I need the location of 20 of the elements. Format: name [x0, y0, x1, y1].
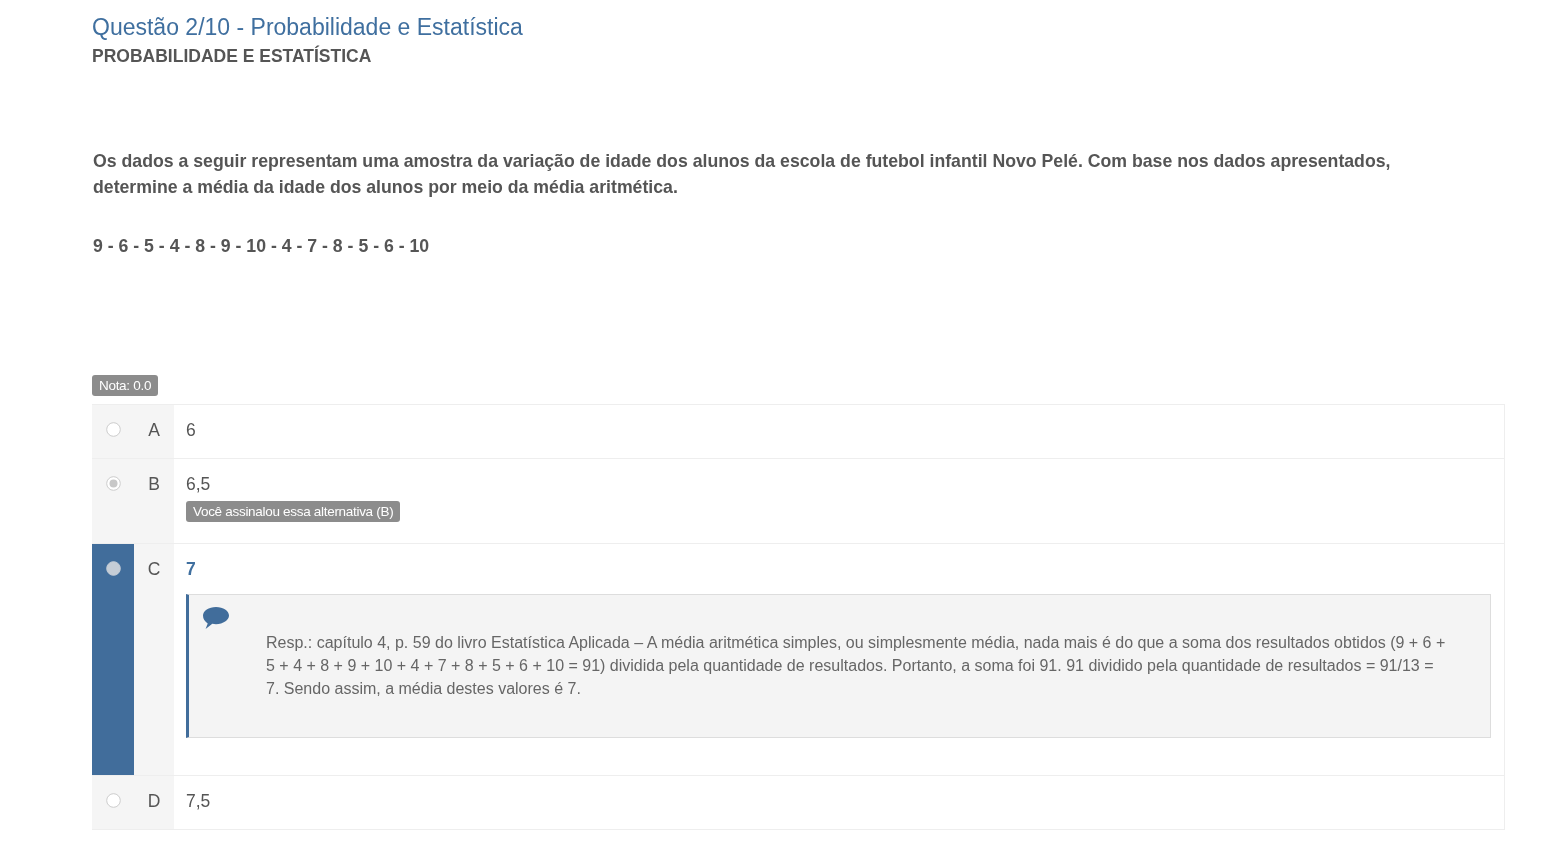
option-letter: C: [147, 558, 161, 580]
option-letter: A: [148, 419, 160, 441]
radio-button[interactable]: [105, 422, 121, 437]
option-text: 6: [186, 419, 196, 441]
option-letter: D: [147, 790, 161, 812]
feedback-text: Resp.: capítulo 4, p. 59 do livro Estatística Aplicada – A média aritmética simples, ou simplesmente média, nada mais é do que a soma dos resultados obtidos (9 + 6 + 5 + 4 + 8 + 9 + 10 + 4 + 7 + 8 + 5 + 6 + 10 = 91) dividida pela quantidade de resultados. Portanto, a soma foi 91. 91 dividido pela quantidade de resultados = 91/13 = 7. Sendo assim, a média destes valores é 7.: [266, 633, 1447, 699]
option-text: 7: [186, 558, 196, 580]
data-values: 9 - 6 - 5 - 4 - 8 - 9 - 10 - 4 - 7 - 8 - 5 - 6 - 10: [93, 235, 430, 258]
speech-bubble-icon: [203, 607, 229, 629]
option-text: 6,5: [186, 473, 211, 495]
option-text: 7,5: [186, 790, 211, 812]
grade-badge: Nota: 0.0: [92, 375, 159, 396]
page-title: Questão 2/10 - Probabilidade e Estatística: [92, 13, 523, 42]
radio-button[interactable]: [105, 476, 121, 491]
subject-heading: PROBABILIDADE E ESTATÍSTICA: [92, 46, 372, 66]
radio-button[interactable]: [105, 561, 121, 576]
selected-answer-badge: Você assinalou essa alternativa (B): [186, 501, 401, 522]
radio-button[interactable]: [105, 793, 121, 808]
option-letter: B: [148, 473, 160, 495]
question-text: Os dados a seguir representam uma amostra da variação de idade dos alunos da escola de futebol infantil Novo Pelé. Com base nos dados apresentados, determine a média da idade dos alunos por meio da média aritmética.: [93, 150, 1392, 199]
